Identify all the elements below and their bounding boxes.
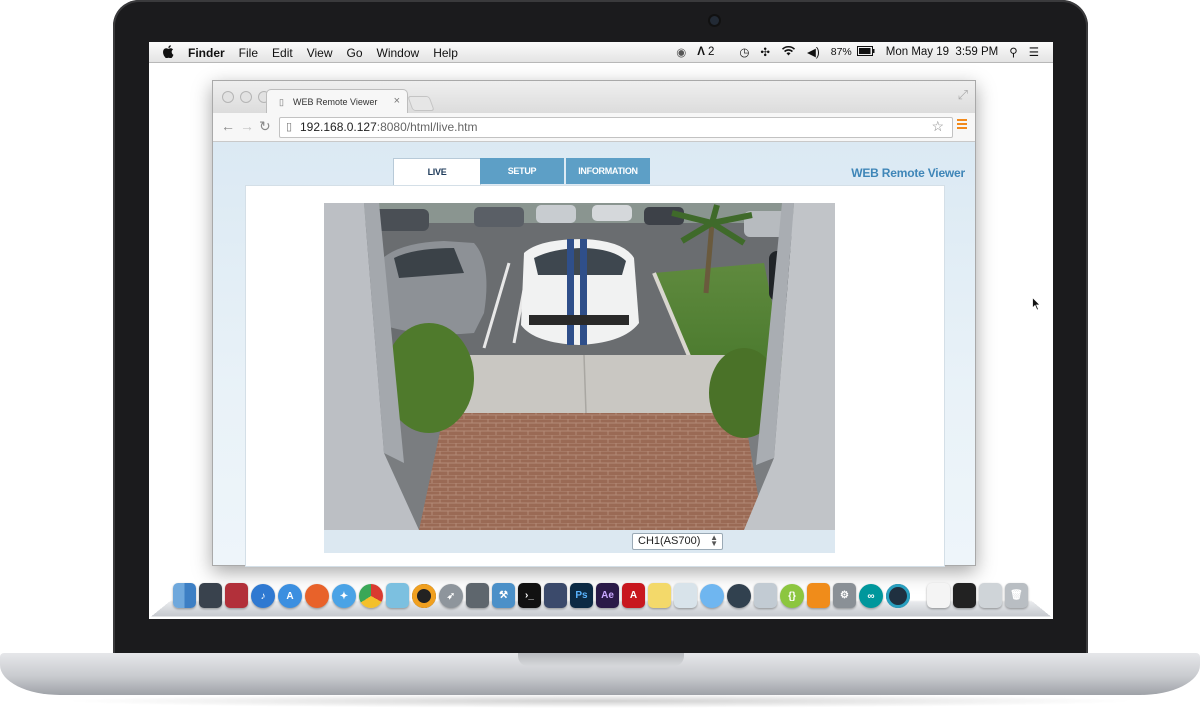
menu-finder[interactable]: Finder	[188, 46, 225, 60]
system-preferences-icon[interactable]: ⚙	[833, 583, 856, 608]
camera-icon	[710, 16, 719, 25]
island-icon[interactable]	[386, 583, 409, 608]
console-icon[interactable]	[953, 583, 976, 608]
minimize-window-button[interactable]	[240, 91, 252, 103]
brand-title: WEB Remote Viewer	[851, 166, 965, 180]
forward-icon[interactable]: →	[240, 118, 254, 134]
adobe-count: 2	[707, 46, 715, 58]
tab-live[interactable]: LIVE	[393, 158, 481, 185]
new-tab-button[interactable]	[407, 96, 435, 111]
live-panel: CH1(AS700) ▲ ▼	[245, 185, 945, 567]
time-machine-icon[interactable]: ◷	[739, 45, 749, 59]
screen: Finder File Edit View Go Window Help ◉ Λ…	[149, 42, 1053, 619]
rocket-icon[interactable]: ➶	[439, 584, 463, 608]
page-icon: ▯	[286, 121, 293, 133]
after-effects-icon[interactable]: Ae	[596, 583, 619, 608]
pencil-icon[interactable]	[979, 583, 1002, 608]
trash-icon[interactable]: 🗑	[1005, 583, 1028, 608]
laptop-shadow	[60, 694, 1140, 708]
notification-center-icon[interactable]: ☰	[1029, 45, 1039, 59]
mail-icon[interactable]	[754, 583, 777, 608]
acrobat-icon[interactable]: A	[622, 583, 645, 608]
dock: ♪ A ✦ ➶ ⚒ ›_ Ps Ae A {} ⚙ ∞ 🗑	[150, 578, 1052, 619]
laptop-notch	[518, 653, 684, 666]
disk-icon[interactable]	[412, 584, 436, 608]
clock[interactable]: Mon May 19 3:59 PM	[886, 46, 999, 58]
itunes-icon[interactable]: ♪	[251, 584, 275, 608]
menu-file[interactable]: File	[239, 46, 258, 60]
url-path: :8080/html/live.htm	[376, 120, 478, 134]
document-icon[interactable]	[927, 583, 950, 608]
notes-icon[interactable]	[648, 583, 671, 608]
adobe-icon[interactable]: Λ	[697, 46, 705, 58]
ibooks-icon[interactable]	[807, 583, 830, 608]
browser-tab[interactable]: ▯ WEB Remote Viewer ×	[266, 89, 408, 114]
url-host: 192.168.0.127	[300, 120, 377, 134]
finder-icon[interactable]	[173, 583, 196, 608]
channel-select-value: CH1(AS700)	[638, 535, 701, 547]
app-store-icon[interactable]: A	[278, 584, 302, 608]
window-controls	[222, 91, 270, 103]
photoshop-icon[interactable]: Ps	[570, 583, 593, 608]
preview-icon[interactable]	[674, 583, 697, 608]
dock-icons: ♪ A ✦ ➶ ⚒ ›_ Ps Ae A {} ⚙ ∞ 🗑	[173, 583, 1028, 608]
firefox-icon[interactable]	[305, 584, 329, 608]
chrome-icon[interactable]	[359, 584, 383, 608]
browser-toolbar: ← → ↻ ▯ 192.168.0.127:8080/html/live.htm…	[213, 113, 975, 142]
browser-window: ▯ WEB Remote Viewer × ⤢ ← → ↻ ▯ 192.168.…	[212, 80, 976, 567]
server-icon[interactable]	[466, 583, 489, 608]
battery-icon[interactable]	[856, 45, 875, 59]
tab-information[interactable]: INFORMATION	[566, 158, 650, 184]
script-icon[interactable]: {}	[780, 584, 804, 608]
tab-strip: ▯ WEB Remote Viewer × ⤢	[213, 81, 975, 114]
photo-booth-icon[interactable]	[225, 583, 248, 608]
volume-icon[interactable]: ◀)	[807, 45, 820, 59]
close-tab-icon[interactable]: ×	[394, 95, 400, 107]
photos-icon[interactable]	[727, 584, 751, 608]
fullscreen-icon[interactable]: ⤢	[958, 87, 968, 103]
messages-icon[interactable]	[700, 584, 724, 608]
radar-icon[interactable]	[886, 584, 910, 608]
tab-setup[interactable]: SETUP	[480, 158, 564, 184]
safari-icon[interactable]: ✦	[332, 584, 356, 608]
launchpad-icon[interactable]	[199, 583, 222, 608]
menu-view[interactable]: View	[307, 46, 333, 60]
arduino-icon[interactable]: ∞	[859, 584, 883, 608]
address-bar[interactable]: ▯ 192.168.0.127:8080/html/live.htm ☆	[279, 117, 953, 138]
select-arrows-icon: ▲ ▼	[710, 533, 718, 548]
video-control-bar: CH1(AS700) ▲ ▼	[324, 530, 835, 553]
menu-bar: Finder File Edit View Go Window Help ◉ Λ…	[149, 42, 1053, 63]
terminal-icon[interactable]: ›_	[518, 583, 541, 608]
camera-feed[interactable]	[324, 203, 835, 530]
channel-select[interactable]: CH1(AS700) ▲ ▼	[632, 533, 723, 550]
bluetooth-icon[interactable]: ✣	[760, 45, 770, 59]
back-icon[interactable]: ←	[221, 118, 235, 134]
menu-window[interactable]: Window	[377, 46, 420, 60]
wifi-icon[interactable]	[781, 45, 796, 59]
reload-icon[interactable]: ↻	[259, 118, 271, 135]
close-window-button[interactable]	[222, 91, 234, 103]
browser-tab-title: WEB Remote Viewer	[293, 97, 378, 107]
menu-go[interactable]: Go	[347, 46, 363, 60]
eye-icon[interactable]: ◉	[676, 45, 686, 59]
mouse-cursor-icon	[1032, 297, 1041, 311]
bookmark-star-icon[interactable]: ☆	[931, 118, 944, 135]
web-page: LIVE SETUP INFORMATION WEB Remote Viewer	[213, 142, 975, 567]
xcode-icon[interactable]: ⚒	[492, 583, 515, 608]
apple-icon[interactable]	[163, 45, 174, 61]
tablet-icon[interactable]	[544, 583, 567, 608]
battery-percent: 87%	[830, 46, 852, 58]
menu-help[interactable]: Help	[433, 46, 458, 60]
menu-edit[interactable]: Edit	[272, 46, 293, 60]
browser-menu-icon[interactable]	[957, 119, 967, 131]
spotlight-icon[interactable]: ⚲	[1009, 45, 1017, 59]
page-icon: ▯	[279, 97, 284, 107]
